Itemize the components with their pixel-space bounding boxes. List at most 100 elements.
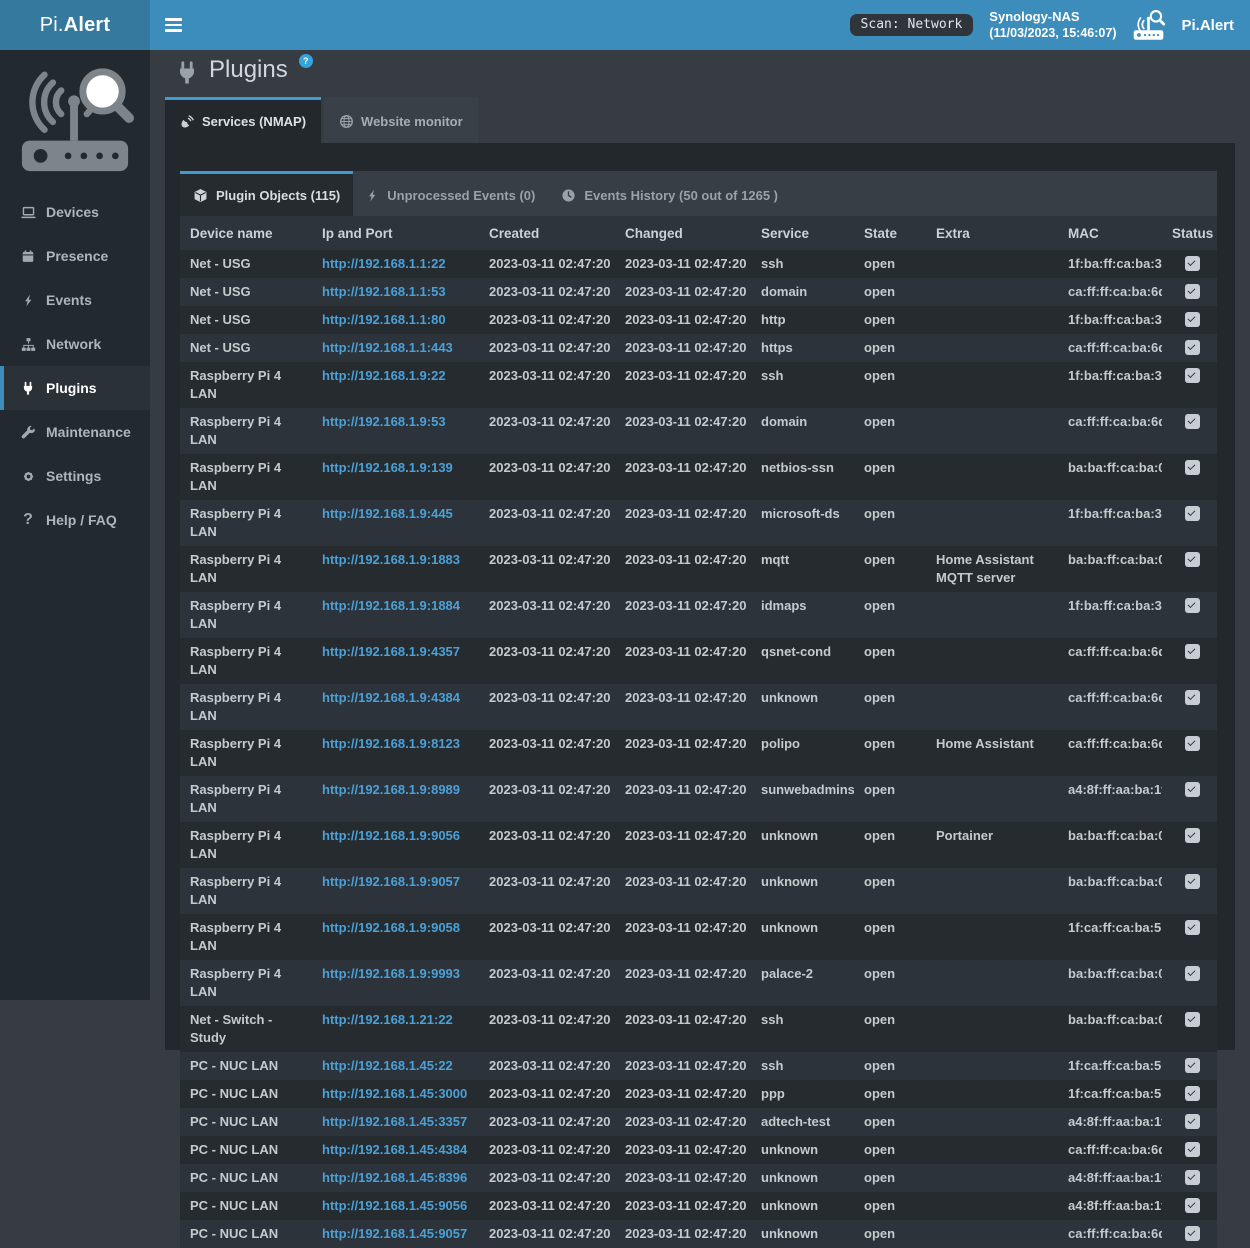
tab-events-history-50-out-of-1265[interactable]: Events History (50 out of 1265 ) bbox=[548, 171, 791, 216]
status-checkbox[interactable] bbox=[1185, 368, 1200, 383]
status-checkbox[interactable] bbox=[1185, 1114, 1200, 1129]
cube-icon bbox=[193, 188, 208, 203]
port-link[interactable]: http://192.168.1.9:22 bbox=[322, 368, 446, 383]
tab-unprocessed-events-0[interactable]: Unprocessed Events (0) bbox=[353, 171, 548, 216]
tab-services-nmap[interactable]: Services (NMAP) bbox=[165, 97, 321, 143]
cell-device-name: Raspberry Pi 4 LAN bbox=[180, 868, 312, 914]
cell-mac: ba:ba:ff:ca:ba:0c bbox=[1058, 454, 1162, 500]
cell-created: 2023-03-11 02:47:20 bbox=[479, 960, 615, 1006]
tab-plugin-objects-115[interactable]: Plugin Objects (115) bbox=[180, 171, 353, 216]
column-header-ip-and-port[interactable]: Ip and Port bbox=[312, 216, 479, 250]
sidebar-item-maintenance[interactable]: Maintenance bbox=[0, 410, 150, 454]
table-row: Net - Switch - Study http://192.168.1.21… bbox=[180, 1006, 1217, 1052]
status-checkbox[interactable] bbox=[1185, 1058, 1200, 1073]
status-checkbox[interactable] bbox=[1185, 340, 1200, 355]
check-icon bbox=[1188, 462, 1196, 470]
status-checkbox[interactable] bbox=[1185, 460, 1200, 475]
status-checkbox[interactable] bbox=[1185, 1226, 1200, 1241]
status-checkbox[interactable] bbox=[1185, 966, 1200, 981]
status-checkbox[interactable] bbox=[1185, 690, 1200, 705]
help-badge[interactable]: ? bbox=[299, 54, 313, 68]
port-link[interactable]: http://192.168.1.9:1883 bbox=[322, 552, 460, 567]
port-link[interactable]: http://192.168.1.9:8989 bbox=[322, 782, 460, 797]
status-checkbox[interactable] bbox=[1185, 312, 1200, 327]
table-row: Net - USG http://192.168.1.1:80 2023-03-… bbox=[180, 306, 1217, 334]
table-row: Raspberry Pi 4 LAN http://192.168.1.9:90… bbox=[180, 868, 1217, 914]
port-link[interactable]: http://192.168.1.45:3357 bbox=[322, 1114, 467, 1129]
status-checkbox[interactable] bbox=[1185, 1142, 1200, 1157]
port-link[interactable]: http://192.168.1.45:4384 bbox=[322, 1142, 467, 1157]
check-icon bbox=[1188, 922, 1196, 930]
port-link[interactable]: http://192.168.1.9:9057 bbox=[322, 874, 460, 889]
port-link[interactable]: http://192.168.1.45:22 bbox=[322, 1058, 453, 1073]
status-checkbox[interactable] bbox=[1185, 1012, 1200, 1027]
table-row: Raspberry Pi 4 LAN http://192.168.1.9:99… bbox=[180, 960, 1217, 1006]
port-link[interactable]: http://192.168.1.21:22 bbox=[322, 1012, 453, 1027]
port-link[interactable]: http://192.168.1.45:8396 bbox=[322, 1170, 467, 1185]
table-row: PC - NUC LAN http://192.168.1.45:9056 20… bbox=[180, 1192, 1217, 1220]
status-checkbox[interactable] bbox=[1185, 506, 1200, 521]
port-link[interactable]: http://192.168.1.1:443 bbox=[322, 340, 453, 355]
column-header-changed[interactable]: Changed bbox=[615, 216, 751, 250]
status-checkbox[interactable] bbox=[1185, 644, 1200, 659]
cell-state: open bbox=[854, 914, 926, 960]
port-link[interactable]: http://192.168.1.9:139 bbox=[322, 460, 453, 475]
port-link[interactable]: http://192.168.1.9:4357 bbox=[322, 644, 460, 659]
cell-extra bbox=[926, 362, 1058, 408]
port-link[interactable]: http://192.168.1.1:22 bbox=[322, 256, 446, 271]
port-link[interactable]: http://192.168.1.9:4384 bbox=[322, 690, 460, 705]
brand[interactable]: Pi.Alert bbox=[1132, 7, 1238, 43]
status-checkbox[interactable] bbox=[1185, 736, 1200, 751]
status-checkbox[interactable] bbox=[1185, 256, 1200, 271]
cell-service: ppp bbox=[751, 1080, 854, 1108]
column-header-created[interactable]: Created bbox=[479, 216, 615, 250]
status-checkbox[interactable] bbox=[1185, 552, 1200, 567]
tab-website-monitor[interactable]: Website monitor bbox=[324, 97, 478, 143]
cell-service: mqtt bbox=[751, 546, 854, 592]
port-link[interactable]: http://192.168.1.9:53 bbox=[322, 414, 446, 429]
column-header-state[interactable]: State bbox=[854, 216, 926, 250]
status-checkbox[interactable] bbox=[1185, 598, 1200, 613]
status-checkbox[interactable] bbox=[1185, 782, 1200, 797]
status-checkbox[interactable] bbox=[1185, 874, 1200, 889]
port-link[interactable]: http://192.168.1.1:53 bbox=[322, 284, 446, 299]
sidebar-item-events[interactable]: Events bbox=[0, 278, 150, 322]
sidebar-item-settings[interactable]: Settings bbox=[0, 454, 150, 498]
port-link[interactable]: http://192.168.1.45:9056 bbox=[322, 1198, 467, 1213]
status-checkbox[interactable] bbox=[1185, 414, 1200, 429]
column-header-service[interactable]: Service bbox=[751, 216, 854, 250]
table-row: Raspberry Pi 4 LAN http://192.168.1.9:89… bbox=[180, 776, 1217, 822]
sidebar-item-presence[interactable]: Presence bbox=[0, 234, 150, 278]
cell-service: unknown bbox=[751, 1164, 854, 1192]
port-link[interactable]: http://192.168.1.9:1884 bbox=[322, 598, 460, 613]
cell-changed: 2023-03-11 02:47:20 bbox=[615, 960, 751, 1006]
sidebar-item-network[interactable]: Network bbox=[0, 322, 150, 366]
cell-extra bbox=[926, 454, 1058, 500]
port-link[interactable]: http://192.168.1.9:445 bbox=[322, 506, 453, 521]
status-checkbox[interactable] bbox=[1185, 828, 1200, 843]
column-header-extra[interactable]: Extra bbox=[926, 216, 1058, 250]
column-header-mac[interactable]: MAC bbox=[1058, 216, 1162, 250]
status-checkbox[interactable] bbox=[1185, 1170, 1200, 1185]
port-link[interactable]: http://192.168.1.45:9057 bbox=[322, 1226, 467, 1241]
status-checkbox[interactable] bbox=[1185, 920, 1200, 935]
port-link[interactable]: http://192.168.1.9:8123 bbox=[322, 736, 460, 751]
sidebar-item-plugins[interactable]: Plugins bbox=[0, 366, 150, 410]
column-header-device-name[interactable]: Device name bbox=[180, 216, 312, 250]
status-checkbox[interactable] bbox=[1185, 1198, 1200, 1213]
sidebar-item-help-faq[interactable]: ? Help / FAQ bbox=[0, 498, 150, 542]
sidebar-toggle-button[interactable] bbox=[150, 0, 196, 50]
app-logo[interactable]: Pi.Alert bbox=[0, 0, 150, 50]
cell-created: 2023-03-11 02:47:20 bbox=[479, 822, 615, 868]
column-header-status[interactable]: Status bbox=[1162, 216, 1217, 250]
cell-service: qsnet-cond bbox=[751, 638, 854, 684]
port-link[interactable]: http://192.168.1.9:9056 bbox=[322, 828, 460, 843]
status-checkbox[interactable] bbox=[1185, 1086, 1200, 1101]
cell-mac: ba:ba:ff:ca:ba:0c bbox=[1058, 1006, 1162, 1052]
port-link[interactable]: http://192.168.1.9:9058 bbox=[322, 920, 460, 935]
port-link[interactable]: http://192.168.1.1:80 bbox=[322, 312, 446, 327]
sidebar-item-devices[interactable]: Devices bbox=[0, 190, 150, 234]
port-link[interactable]: http://192.168.1.45:3000 bbox=[322, 1086, 467, 1101]
status-checkbox[interactable] bbox=[1185, 284, 1200, 299]
port-link[interactable]: http://192.168.1.9:9993 bbox=[322, 966, 460, 981]
